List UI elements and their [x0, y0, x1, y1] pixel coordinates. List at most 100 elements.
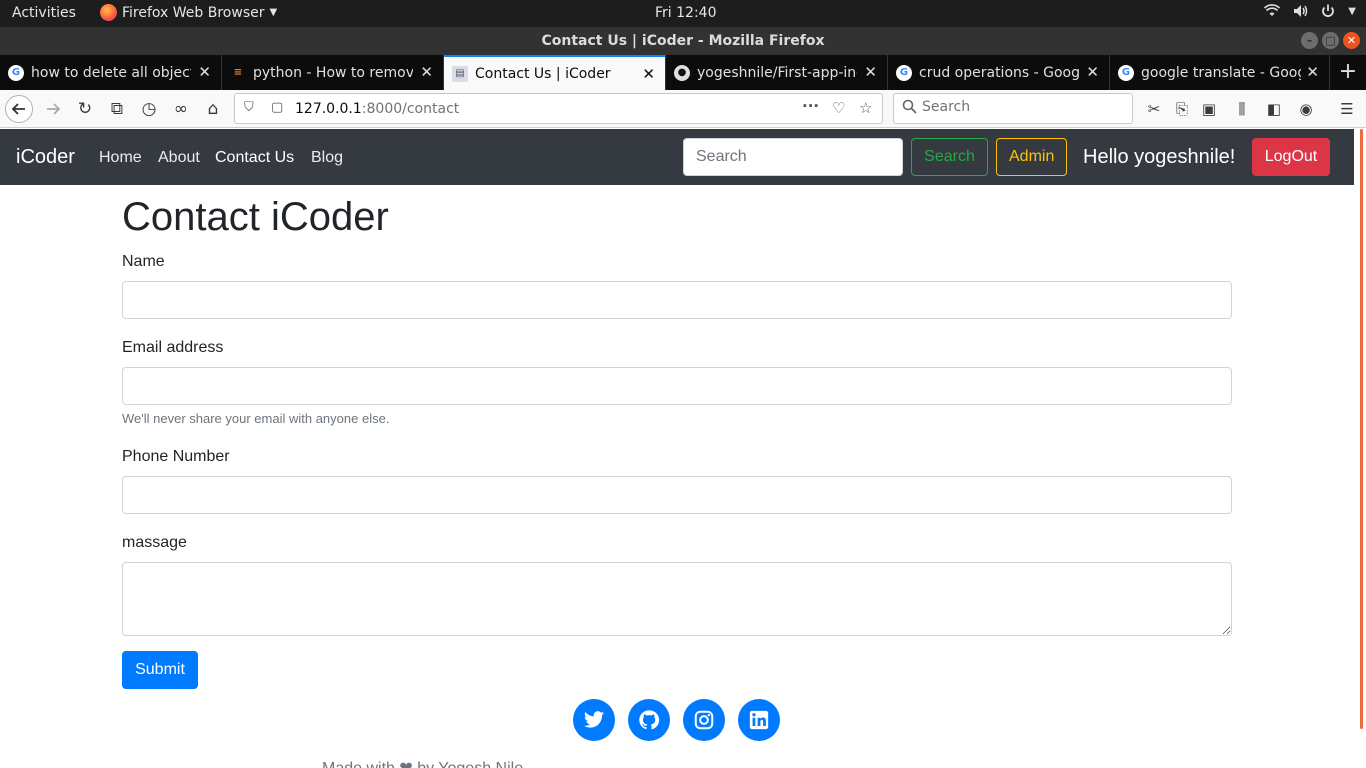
heart-icon: ❤ — [399, 760, 412, 768]
account-icon[interactable]: ◉ — [1295, 98, 1317, 120]
browser-search-input[interactable] — [922, 99, 1122, 115]
power-icon — [1320, 3, 1336, 23]
message-textarea[interactable] — [122, 562, 1232, 636]
container-tab-icon[interactable]: ⧉ — [103, 95, 131, 123]
firefox-icon — [100, 4, 117, 21]
tab-title: crud operations - Google — [919, 64, 1079, 81]
tab[interactable]: G google translate - Google ✕ — [1110, 55, 1330, 90]
email-help-text: We'll never share your email with anyone… — [122, 411, 390, 426]
close-tab-icon[interactable]: ✕ — [864, 63, 877, 81]
browser-search-box[interactable] — [893, 93, 1133, 124]
close-tab-icon[interactable]: ✕ — [198, 63, 211, 81]
page-title: Contact iCoder — [122, 195, 389, 239]
tab-title: yogeshnile/First-app-in- — [697, 64, 857, 81]
tab-title: google translate - Google — [1141, 64, 1301, 81]
stackoverflow-icon: ≡ — [233, 66, 243, 78]
name-field[interactable] — [122, 281, 1232, 319]
app-menu[interactable]: Firefox Web Browser ▼ — [100, 4, 277, 21]
os-top-bar: Activities Firefox Web Browser ▼ Fri 12:… — [0, 0, 1366, 27]
site-search-input[interactable] — [683, 138, 903, 176]
phone-field[interactable] — [122, 476, 1232, 514]
logout-button[interactable]: LogOut — [1252, 138, 1330, 176]
email-label: Email address — [122, 339, 224, 356]
tab-active[interactable]: ▤ Contact Us | iCoder ✕ — [444, 55, 666, 90]
system-tray[interactable]: ▼ — [1264, 3, 1356, 23]
wifi-icon — [1264, 3, 1281, 23]
page-viewport: iCoder Home About Contact Us Blog Search… — [0, 129, 1366, 768]
google-icon: G — [896, 64, 912, 81]
nav-link-blog[interactable]: Blog — [311, 149, 343, 167]
chevron-down-icon: ▼ — [1348, 6, 1356, 17]
instagram-icon[interactable] — [683, 699, 725, 741]
more-actions-icon[interactable]: ··· — [802, 97, 819, 115]
submit-button[interactable]: Submit — [122, 651, 198, 689]
google-icon: G — [8, 64, 24, 81]
search-icon — [902, 99, 917, 118]
new-tab-button[interactable]: + — [1330, 55, 1366, 90]
tab[interactable]: G crud operations - Google ✕ — [888, 55, 1110, 90]
github-icon[interactable] — [628, 699, 670, 741]
chevron-down-icon: ▼ — [269, 7, 278, 18]
activities-button[interactable]: Activities — [12, 5, 76, 21]
url-path: :8000/contact — [361, 101, 460, 117]
close-tab-icon[interactable]: ✕ — [1086, 63, 1099, 81]
close-tab-icon[interactable]: ✕ — [420, 63, 433, 81]
tab[interactable]: ● yogeshnile/First-app-in- ✕ — [666, 55, 888, 90]
menu-icon[interactable]: ☰ — [1336, 98, 1358, 120]
name-label: Name — [122, 253, 165, 270]
shield-icon[interactable]: ⛉ — [244, 100, 254, 115]
paste-icon[interactable]: ▣ — [1198, 98, 1220, 120]
bookmark-star-icon[interactable]: ☆ — [859, 99, 872, 117]
tab[interactable]: G how to delete all objects ✕ — [0, 55, 222, 90]
admin-button[interactable]: Admin — [996, 138, 1067, 176]
close-tab-icon[interactable]: ✕ — [642, 65, 655, 83]
linkedin-icon[interactable] — [738, 699, 780, 741]
close-window-button[interactable]: ✕ — [1343, 32, 1360, 49]
url-bar[interactable]: ⛉ ▢ 127.0.0.1:8000/contact ··· ♡ ☆ — [234, 93, 883, 124]
clock[interactable]: Fri 12:40 — [655, 5, 716, 21]
minimize-button[interactable]: – — [1301, 32, 1318, 49]
github-icon: ● — [674, 64, 690, 81]
user-greeting: Hello yogeshnile! — [1083, 146, 1236, 168]
maximize-button[interactable]: □ — [1322, 32, 1339, 49]
reload-icon[interactable]: ↻ — [71, 95, 99, 123]
close-tab-icon[interactable]: ✕ — [1306, 63, 1319, 81]
google-icon: G — [1118, 64, 1134, 81]
made-with-credit: Made with ❤ by Yogesh Nile — [322, 758, 523, 768]
history-icon[interactable]: ◷ — [135, 95, 163, 123]
scrollbar[interactable] — [1354, 129, 1366, 768]
email-field[interactable] — [122, 367, 1232, 405]
twitter-icon[interactable] — [573, 699, 615, 741]
tab-title: Contact Us | iCoder — [475, 65, 611, 82]
made-with-prefix: Made with — [322, 760, 395, 768]
pocket-icon[interactable]: ♡ — [832, 99, 845, 117]
nav-link-about[interactable]: About — [158, 149, 200, 167]
back-button[interactable] — [5, 95, 33, 123]
copy-icon[interactable]: ⎘ — [1171, 98, 1193, 120]
site-navbar: iCoder Home About Contact Us Blog Search… — [0, 129, 1354, 185]
window-title: Contact Us | iCoder - Mozilla Firefox — [541, 33, 825, 49]
tab-strip: G how to delete all objects ✕ ≡ python -… — [0, 55, 1366, 90]
cut-icon[interactable]: ✂ — [1143, 98, 1165, 120]
site-brand[interactable]: iCoder — [16, 146, 75, 169]
page-icon: ▤ — [452, 65, 468, 82]
made-with-author: by Yogesh Nile — [417, 760, 523, 768]
url-text[interactable]: 127.0.0.1:8000/contact — [295, 101, 459, 117]
message-label: massage — [122, 534, 187, 551]
site-search-button[interactable]: Search — [911, 138, 988, 176]
sidebar-icon[interactable]: ◧ — [1263, 98, 1285, 120]
volume-icon — [1292, 3, 1308, 23]
library-icon[interactable]: ⫼ — [1231, 98, 1253, 120]
tab[interactable]: ≡ python - How to remove ✕ — [222, 55, 444, 90]
nav-link-home[interactable]: Home — [99, 149, 142, 167]
phone-label: Phone Number — [122, 448, 230, 465]
window-titlebar: Contact Us | iCoder - Mozilla Firefox – … — [0, 27, 1366, 55]
url-host: 127.0.0.1 — [295, 101, 362, 117]
page-info-icon[interactable]: ▢ — [271, 100, 283, 115]
forward-button[interactable] — [39, 95, 67, 123]
nav-link-contact[interactable]: Contact Us — [215, 149, 294, 167]
home-icon[interactable]: ⌂ — [199, 95, 227, 123]
scrollbar-thumb[interactable] — [1360, 129, 1363, 729]
tab-title: how to delete all objects — [31, 64, 191, 81]
mask-icon[interactable]: ∞ — [167, 95, 195, 123]
